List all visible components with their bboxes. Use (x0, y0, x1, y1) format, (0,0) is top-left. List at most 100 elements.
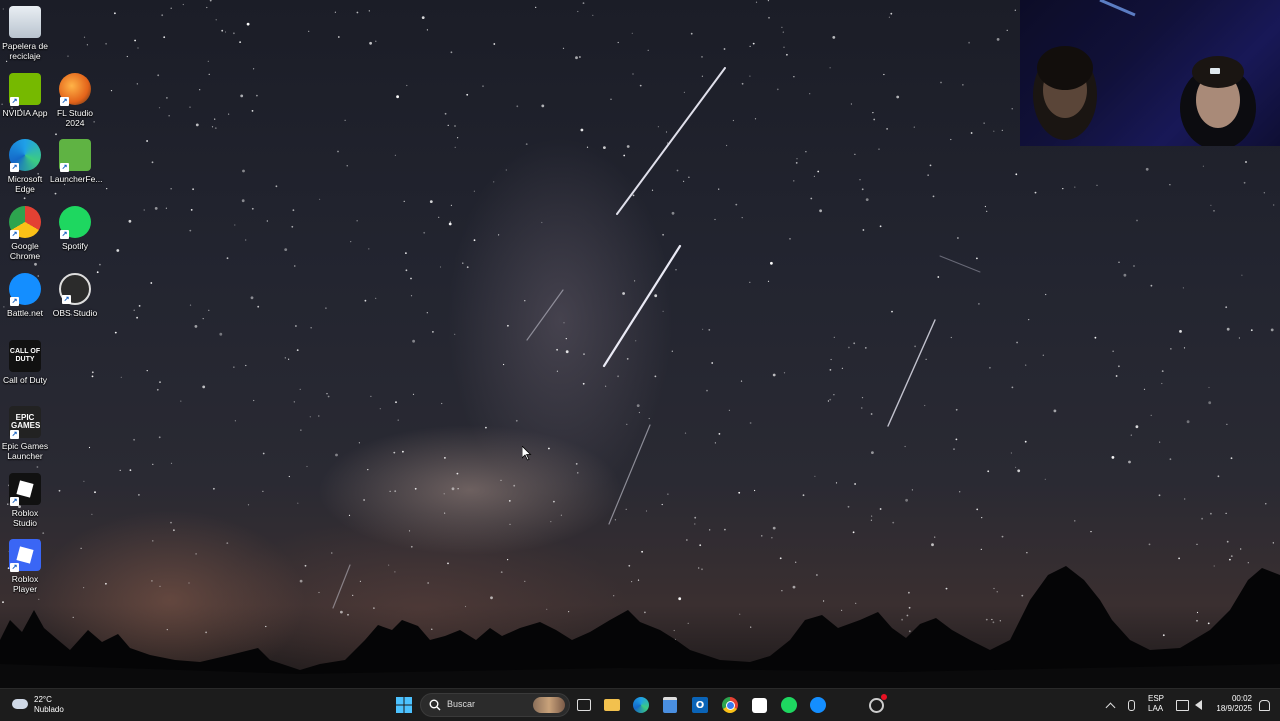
shortcut-arrow-icon: ↗ (62, 295, 71, 304)
language-code: ESP (1148, 694, 1165, 703)
fl-studio-icon: ↗ (59, 73, 91, 106)
folder-icon (604, 699, 620, 711)
desktop-icon-label: FL Studio 2024 (56, 108, 94, 128)
desktop-icon-label: Google Chrome (9, 241, 41, 261)
windows-logo-icon (396, 697, 412, 713)
desktop-icon-label: Spotify (62, 241, 88, 251)
microphone-button[interactable] (1121, 695, 1141, 715)
shortcut-arrow-icon: ↗ (10, 497, 19, 506)
desktop-icon-label: OBS Studio (52, 308, 98, 318)
shortcut-arrow-icon: ↗ (10, 430, 19, 439)
desktop-icon-spotify[interactable]: ↗ Spotify (50, 206, 100, 251)
call-of-duty-icon: CALL OF DUTY (9, 340, 41, 372)
epic-games-logo-text: EPIC GAMES (11, 413, 41, 430)
desktop-icon-label: Papelera de reciclaje (2, 41, 48, 61)
weather-widget[interactable]: 22°C Nublado (8, 693, 78, 717)
desktop-icon-nvidia[interactable]: ↗ NVIDIA App (0, 73, 50, 118)
desktop-icon-epic-games[interactable]: EPIC GAMES ↗ Epic Games Launcher (0, 406, 50, 461)
capcut-button[interactable] (749, 695, 769, 715)
desktop-icon-edge[interactable]: ↗ Microsoft Edge (0, 139, 50, 194)
chrome-taskbar-button[interactable] (720, 695, 740, 715)
desktop-icon-battlenet[interactable]: ↗ Battle.net (0, 273, 50, 318)
taskbar: 22°C Nublado Buscar O ESP LAA 00:02 18/9… (0, 688, 1280, 721)
shortcut-arrow-icon: ↗ (10, 563, 19, 572)
search-placeholder: Buscar (447, 699, 476, 709)
language-indicator[interactable]: ESP LAA (1146, 694, 1168, 718)
creeper-icon: ↗ (59, 139, 91, 172)
desktop-icon-obs[interactable]: ↗ OBS Studio (50, 273, 100, 318)
desktop-icon-roblox-studio[interactable]: ↗ Roblox Studio (0, 473, 50, 528)
weather-temp: 22°C (34, 695, 52, 704)
edge-taskbar-button[interactable] (631, 695, 651, 715)
clock-date: 18/9/2025 (1216, 704, 1252, 713)
search-input[interactable]: Buscar (420, 693, 570, 717)
desktop-icon-fl-studio[interactable]: ↗ FL Studio 2024 (50, 73, 100, 128)
desktop-icon-chrome[interactable]: ↗ Google Chrome (0, 206, 50, 261)
notifications-button[interactable] (1254, 695, 1274, 715)
recycle-bin-icon (9, 6, 41, 38)
edge-icon (633, 697, 649, 713)
cloud-icon (12, 699, 28, 709)
shortcut-arrow-icon: ↗ (10, 97, 19, 106)
desktop-icon-label: Epic Games Launcher (1, 441, 49, 461)
battlenet-taskbar-button[interactable] (808, 695, 828, 715)
obs-taskbar-button[interactable] (866, 694, 887, 715)
search-icon (429, 699, 441, 711)
chrome-icon (722, 697, 738, 713)
roblox-logo-mark (16, 480, 34, 498)
shortcut-arrow-icon: ↗ (60, 163, 69, 172)
obs-icon: ↗ (59, 273, 91, 305)
volume-button[interactable] (1188, 695, 1208, 715)
roblox-studio-icon: ↗ (9, 473, 41, 506)
desktop-icon-creeper[interactable]: ↗ LauncherFe... (50, 139, 103, 184)
file-explorer-button[interactable] (602, 695, 622, 715)
shortcut-arrow-icon: ↗ (10, 230, 19, 239)
shortcut-arrow-icon: ↗ (10, 297, 19, 306)
keyboard-layout: LAA (1148, 704, 1164, 713)
chrome-icon: ↗ (9, 206, 41, 239)
desktop-icon-label: Microsoft Edge (7, 174, 43, 194)
desktop-icon-label: LauncherFe... (50, 174, 103, 184)
desktop-icon-label: Call of Duty (3, 375, 47, 385)
desktop-icon-label: Roblox Studio (11, 508, 39, 528)
edge-icon: ↗ (9, 139, 41, 172)
desktop-icon-label: Battle.net (7, 308, 43, 318)
spotify-icon (781, 697, 797, 713)
desktop-icon-label: NVIDIA App (2, 108, 48, 118)
clock[interactable]: 00:02 18/9/2025 (1208, 694, 1256, 718)
bell-icon (1258, 699, 1270, 711)
task-view-button[interactable] (574, 695, 594, 715)
spotify-taskbar-button[interactable] (779, 695, 799, 715)
clock-time: 00:02 (1231, 694, 1252, 703)
nvidia-icon: ↗ (9, 73, 41, 106)
desktop-icon-call-of-duty[interactable]: CALL OF DUTY Call of Duty (0, 340, 50, 385)
battlenet-icon: ↗ (9, 273, 41, 306)
weather-condition: Nublado (34, 705, 64, 714)
battlenet-icon (810, 697, 826, 713)
speaker-icon (1194, 700, 1202, 710)
chevron-up-icon (1105, 702, 1115, 712)
roblox-player-icon: ↗ (9, 539, 41, 572)
show-hidden-icons-button[interactable] (1100, 695, 1120, 715)
spotify-icon: ↗ (59, 206, 91, 239)
shortcut-arrow-icon: ↗ (60, 230, 69, 239)
epic-games-icon: EPIC GAMES ↗ (9, 406, 41, 439)
app-icon (751, 697, 767, 713)
store-icon (663, 697, 677, 713)
outlook-button[interactable]: O (690, 695, 710, 715)
shortcut-arrow-icon: ↗ (10, 163, 19, 172)
search-highlight-image (533, 697, 565, 713)
mouse-cursor (521, 445, 532, 465)
start-button[interactable] (394, 695, 414, 715)
outlook-icon: O (692, 697, 708, 713)
shortcut-arrow-icon: ↗ (60, 97, 69, 106)
store-button[interactable] (660, 695, 680, 715)
network-icon (1175, 699, 1189, 711)
desktop-icon-recycle-bin[interactable]: Papelera de reciclaje (0, 6, 50, 61)
recording-badge-icon (881, 694, 887, 700)
desktop-icon-roblox-player[interactable]: ↗ Roblox Player (0, 539, 50, 594)
desktop-icon-label: Roblox Player (11, 574, 39, 594)
roblox-logo-mark (16, 546, 34, 564)
microphone-icon (1127, 699, 1135, 711)
obs-icon (868, 697, 884, 713)
